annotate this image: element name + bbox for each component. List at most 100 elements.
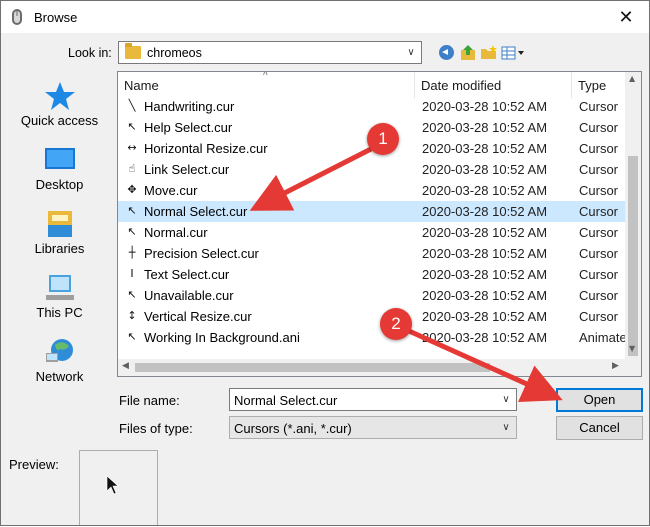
file-row[interactable]: ↖ Normal.cur 2020-03-28 10:52 AM Cursor [118, 222, 625, 243]
file-row[interactable]: ↕ Vertical Resize.cur 2020-03-28 10:52 A… [118, 306, 625, 327]
scroll-left-icon[interactable]: ◀ [122, 361, 129, 371]
places-bar: Quick access Desktop Libraries This PC N… [9, 69, 110, 397]
file-name: Working In Background.ani [144, 330, 300, 345]
open-button[interactable]: Open [556, 388, 643, 412]
file-date: 2020-03-28 10:52 AM [422, 141, 548, 156]
cursor-file-icon: ↖ [127, 330, 137, 343]
chevron-down-icon: ∨ [502, 421, 510, 433]
files-of-type-label: Files of type: [119, 421, 193, 436]
column-header-type[interactable]: Type [572, 72, 625, 98]
file-date: 2020-03-28 10:52 AM [422, 162, 548, 177]
views-menu-icon[interactable] [501, 44, 527, 62]
files-of-type-value: Cursors (*.ani, *.cur) [234, 421, 352, 436]
file-date: 2020-03-28 10:52 AM [422, 330, 548, 345]
file-date: 2020-03-28 10:52 AM [422, 288, 548, 303]
file-row[interactable]: ┼ Precision Select.cur 2020-03-28 10:52 … [118, 243, 625, 264]
back-icon[interactable] [439, 45, 454, 60]
file-type: Cursor [579, 162, 619, 177]
file-row[interactable]: I Text Select.cur 2020-03-28 10:52 AM Cu… [118, 264, 625, 285]
file-type: Cursor [579, 120, 619, 135]
file-date: 2020-03-28 10:52 AM [422, 246, 548, 261]
file-row[interactable]: ╲ Handwriting.cur 2020-03-28 10:52 AM Cu… [118, 96, 625, 117]
chevron-down-icon: ∨ [407, 46, 415, 58]
file-type: Cursor [579, 141, 619, 156]
file-date: 2020-03-28 10:52 AM [422, 183, 548, 198]
window-title: Browse [34, 10, 78, 25]
file-type: Animate [579, 330, 627, 345]
files-of-type-dropdown[interactable]: Cursors (*.ani, *.cur) ∨ [229, 416, 517, 439]
file-name: Move.cur [144, 183, 198, 198]
cursor-file-icon: ↖ [127, 204, 137, 217]
scroll-up-icon[interactable]: ▲ [629, 74, 635, 83]
close-icon: ✕ [618, 6, 634, 28]
file-type: Cursor [579, 99, 619, 114]
cursor-file-icon: ╲ [128, 99, 136, 112]
place-network[interactable]: Network [9, 337, 110, 397]
place-this-pc[interactable]: This PC [9, 273, 110, 333]
file-type: Cursor [579, 204, 619, 219]
place-label: Desktop [35, 177, 84, 192]
file-type: Cursor [579, 288, 619, 303]
file-type: Cursor [579, 225, 619, 240]
libraries-icon [48, 211, 72, 237]
file-date: 2020-03-28 10:52 AM [422, 267, 548, 282]
look-in-label: Look in: [68, 46, 112, 60]
file-date: 2020-03-28 10:52 AM [422, 120, 548, 135]
file-row[interactable]: ↖ Working In Background.ani 2020-03-28 1… [118, 327, 627, 348]
sort-ascending-icon: ∧ [262, 71, 269, 78]
cursor-file-icon: ↖ [127, 225, 137, 238]
browse-dialog: Browse ✕ Look in: chromeos ∨ Quick acces… [0, 0, 650, 526]
place-libraries[interactable]: Libraries [9, 209, 110, 269]
scroll-right-icon[interactable]: ▶ [612, 361, 619, 371]
file-type: Cursor [579, 246, 619, 261]
horizontal-scroll-thumb[interactable] [135, 363, 490, 372]
horizontal-scrollbar[interactable]: ◀ ▶ [118, 359, 625, 376]
vertical-scrollbar[interactable]: ▲ ▼ [625, 72, 641, 359]
file-row-selected[interactable]: ↖ Normal Select.cur 2020-03-28 10:52 AM … [118, 201, 625, 222]
file-name: Link Select.cur [144, 162, 230, 177]
title-bar: Browse ✕ [1, 1, 649, 33]
file-name-value: Normal Select.cur [234, 393, 338, 408]
up-folder-icon[interactable] [459, 44, 477, 62]
chevron-down-icon[interactable]: ∨ [500, 392, 512, 406]
file-type: Cursor [579, 309, 619, 324]
place-label: Libraries [34, 241, 85, 256]
annotation-badge-2: 2 [380, 308, 412, 340]
file-date: 2020-03-28 10:52 AM [422, 204, 548, 219]
place-label: Quick access [20, 113, 99, 128]
place-desktop[interactable]: Desktop [9, 145, 110, 205]
file-name: Normal Select.cur [144, 204, 248, 219]
preview-pane [79, 450, 158, 525]
annotation-badge-1: 1 [367, 123, 399, 155]
preview-label: Preview: [9, 457, 59, 472]
file-row[interactable]: ↖ Unavailable.cur 2020-03-28 10:52 AM Cu… [118, 285, 625, 306]
file-name: Vertical Resize.cur [144, 309, 252, 324]
cursor-file-icon: ↖ [127, 120, 137, 133]
file-name: Precision Select.cur [144, 246, 259, 261]
new-folder-icon[interactable] [480, 44, 498, 62]
file-name: Horizontal Resize.cur [144, 141, 268, 156]
file-date: 2020-03-28 10:52 AM [422, 309, 548, 324]
computer-icon [46, 275, 74, 300]
scroll-down-icon[interactable]: ▼ [629, 344, 635, 353]
file-name-field[interactable]: Normal Select.cur ∨ [229, 388, 517, 411]
cursor-preview-icon [106, 475, 119, 495]
cursor-file-icon: ☝ [128, 162, 136, 175]
file-name: Normal.cur [144, 225, 208, 240]
cursor-file-icon: ↕ [127, 309, 137, 322]
column-header-date[interactable]: Date modified [415, 72, 572, 98]
file-list[interactable]: Name ∧ Date modified Type ╲ Handwriting.… [117, 71, 642, 377]
look-in-dropdown[interactable]: chromeos ∨ [118, 41, 422, 64]
star-icon [45, 82, 75, 110]
cancel-button[interactable]: Cancel [556, 416, 643, 440]
close-button[interactable]: ✕ [603, 1, 649, 33]
file-name-label: File name: [119, 393, 180, 408]
desktop-icon [45, 148, 75, 169]
file-row[interactable]: ✥ Move.cur 2020-03-28 10:52 AM Cursor [118, 180, 625, 201]
file-row[interactable]: ☝ Link Select.cur 2020-03-28 10:52 AM Cu… [118, 159, 625, 180]
column-header-name[interactable]: Name ∧ [118, 72, 415, 98]
place-quick-access[interactable]: Quick access [9, 81, 110, 141]
file-type: Cursor [579, 267, 619, 282]
file-name: Text Select.cur [144, 267, 230, 282]
vertical-scroll-thumb[interactable] [628, 156, 638, 356]
